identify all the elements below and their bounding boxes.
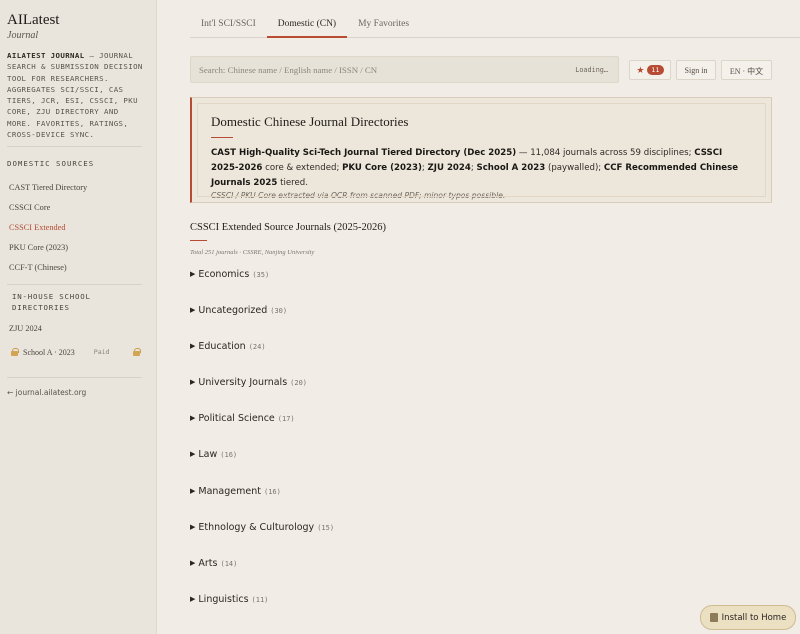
brand-desc-name: AILATEST JOURNAL <box>7 51 85 60</box>
callout-cast: CAST High-Quality Sci-Tech Journal Tiere… <box>211 148 517 158</box>
back-to-site-link[interactable]: ← journal.ailatest.org <box>7 388 149 397</box>
sidebar-item-school-a[interactable]: School A · 2023 Paid <box>7 343 149 361</box>
lock-icon <box>11 348 19 357</box>
expand-triangle-icon: ▶ <box>190 523 196 531</box>
category-count: (16) <box>220 451 238 459</box>
domestic-sources-heading: DOMESTIC SOURCES <box>7 159 95 169</box>
brand-subtitle: Journal <box>7 30 39 41</box>
expand-triangle-icon: ▶ <box>190 559 196 567</box>
sidebar-item-cssci-core[interactable]: CSSCI Core <box>7 202 149 222</box>
star-icon: ★ <box>636 65 645 75</box>
search-input[interactable]: Search: Chinese name / English name / IS… <box>190 56 619 83</box>
paid-badge: Paid <box>93 348 110 357</box>
category-name: Ethnology & Culturology <box>198 522 315 533</box>
sidebar-item-cssci-extended[interactable]: CSSCI Extended <box>7 222 149 242</box>
category-count: (20) <box>290 379 307 387</box>
category-count: (16) <box>263 488 281 496</box>
expand-triangle-icon: ▶ <box>190 450 196 458</box>
sidebar-item-ccf-t[interactable]: CCF-T (Chinese) <box>7 262 149 278</box>
expand-triangle-icon: ▶ <box>190 270 196 278</box>
callout-zju: ZJU 2024 <box>427 163 471 173</box>
brand-title[interactable]: AILatest <box>7 12 149 29</box>
section-accent-line <box>190 240 207 241</box>
tab-favorites[interactable]: My Favorites <box>347 12 420 38</box>
sign-in-button[interactable]: Sign in <box>676 60 716 80</box>
category-ethnology[interactable]: ▶ Ethnology & Culturology (15) <box>190 522 334 533</box>
tab-bar: Int'l SCI/SSCI Domestic (CN) My Favorite… <box>190 12 800 38</box>
category-management[interactable]: ▶ Management (16) <box>190 486 281 497</box>
expand-triangle-icon: ▶ <box>190 306 196 314</box>
category-count: (11) <box>251 596 269 604</box>
callout-text: tiered. <box>277 178 308 188</box>
school-directories-heading: IN-HOUSE SCHOOL DIRECTORIES <box>12 292 91 313</box>
category-name: Law <box>198 449 218 460</box>
category-uncategorized[interactable]: ▶ Uncategorized (30) <box>190 305 287 316</box>
callout-school-a: School A 2023 <box>476 163 546 173</box>
category-count: (30) <box>270 307 288 315</box>
category-name: Uncategorized <box>198 305 268 316</box>
callout-text: — 11,084 journals across 59 disciplines; <box>516 148 695 158</box>
favorites-count-badge: 11 <box>647 65 664 75</box>
expand-triangle-icon: ▶ <box>190 487 196 495</box>
sidebar: AILatest Journal AILATEST JOURNAL — JOUR… <box>0 0 157 634</box>
sidebar-item-zju[interactable]: ZJU 2024 <box>7 323 149 343</box>
category-name: University Journals <box>198 377 288 388</box>
sidebar-divider <box>7 284 142 286</box>
category-count: (35) <box>252 271 270 279</box>
callout-body: CAST High-Quality Sci-Tech Journal Tiere… <box>211 146 752 191</box>
brand-desc-text: — JOURNAL SEARCH & SUBMISSION DECISION T… <box>7 51 143 140</box>
category-name: Management <box>198 486 261 497</box>
expand-triangle-icon: ▶ <box>190 342 196 350</box>
category-count: (14) <box>220 560 238 568</box>
main-content: Int'l SCI/SSCI Domestic (CN) My Favorite… <box>157 0 800 634</box>
directories-callout: Domestic Chinese Journal Directories CAS… <box>190 97 772 203</box>
category-education[interactable]: ▶ Education (24) <box>190 341 266 352</box>
category-university-journals[interactable]: ▶ University Journals (20) <box>190 377 307 388</box>
category-law[interactable]: ▶ Law (16) <box>190 449 237 460</box>
category-linguistics[interactable]: ▶ Linguistics (11) <box>190 594 268 605</box>
category-name: Arts <box>198 558 218 569</box>
tab-domestic[interactable]: Domestic (CN) <box>266 12 348 38</box>
callout-title: Domestic Chinese Journal Directories <box>211 114 409 129</box>
install-label: Install to Home <box>721 612 787 623</box>
accent-line <box>211 137 233 138</box>
callout-text: core & extended; <box>262 163 343 173</box>
expand-triangle-icon: ▶ <box>190 378 196 386</box>
home-icon <box>709 613 718 622</box>
expand-triangle-icon: ▶ <box>190 414 196 422</box>
category-arts[interactable]: ▶ Arts (14) <box>190 558 237 569</box>
section-title: CSSCI Extended Source Journals (2025-202… <box>190 222 386 233</box>
callout-note: CSSCI / PKU Core extracted via OCR from … <box>211 191 506 200</box>
callout-pku: PKU Core (2023) <box>342 163 422 173</box>
category-count: (17) <box>277 415 295 423</box>
search-placeholder: Search: Chinese name / English name / IS… <box>199 65 378 75</box>
sidebar-item-pku-core[interactable]: PKU Core (2023) <box>7 242 149 262</box>
category-name: Education <box>198 341 246 352</box>
section-subtitle: Total 251 journals · CSSRE, Nanjing Univ… <box>190 249 315 256</box>
sidebar-divider <box>7 377 142 379</box>
category-name: Linguistics <box>198 594 249 605</box>
category-economics[interactable]: ▶ Economics (35) <box>190 269 269 280</box>
lock-icon <box>133 348 142 357</box>
tab-intl-sci[interactable]: Int'l SCI/SSCI <box>190 12 267 38</box>
expand-triangle-icon: ▶ <box>190 595 196 603</box>
school-a-label: School A · 2023 <box>23 347 75 357</box>
callout-text: (paywalled); <box>545 163 604 173</box>
brand-description: AILATEST JOURNAL — JOURNAL SEARCH & SUBM… <box>7 50 147 140</box>
category-name: Economics <box>198 269 250 280</box>
category-name: Political Science <box>198 413 275 424</box>
category-count: (15) <box>317 524 335 532</box>
favorites-button[interactable]: ★ 11 <box>629 60 671 80</box>
language-toggle-button[interactable]: EN · 中文 <box>721 60 772 80</box>
sidebar-divider <box>7 146 142 148</box>
install-to-home-button[interactable]: Install to Home <box>700 605 796 630</box>
category-political-science[interactable]: ▶ Political Science (17) <box>190 413 295 424</box>
sidebar-item-cast[interactable]: CAST Tiered Directory <box>7 182 149 202</box>
category-count: (24) <box>248 343 266 351</box>
loading-status: Loading… <box>575 66 608 74</box>
